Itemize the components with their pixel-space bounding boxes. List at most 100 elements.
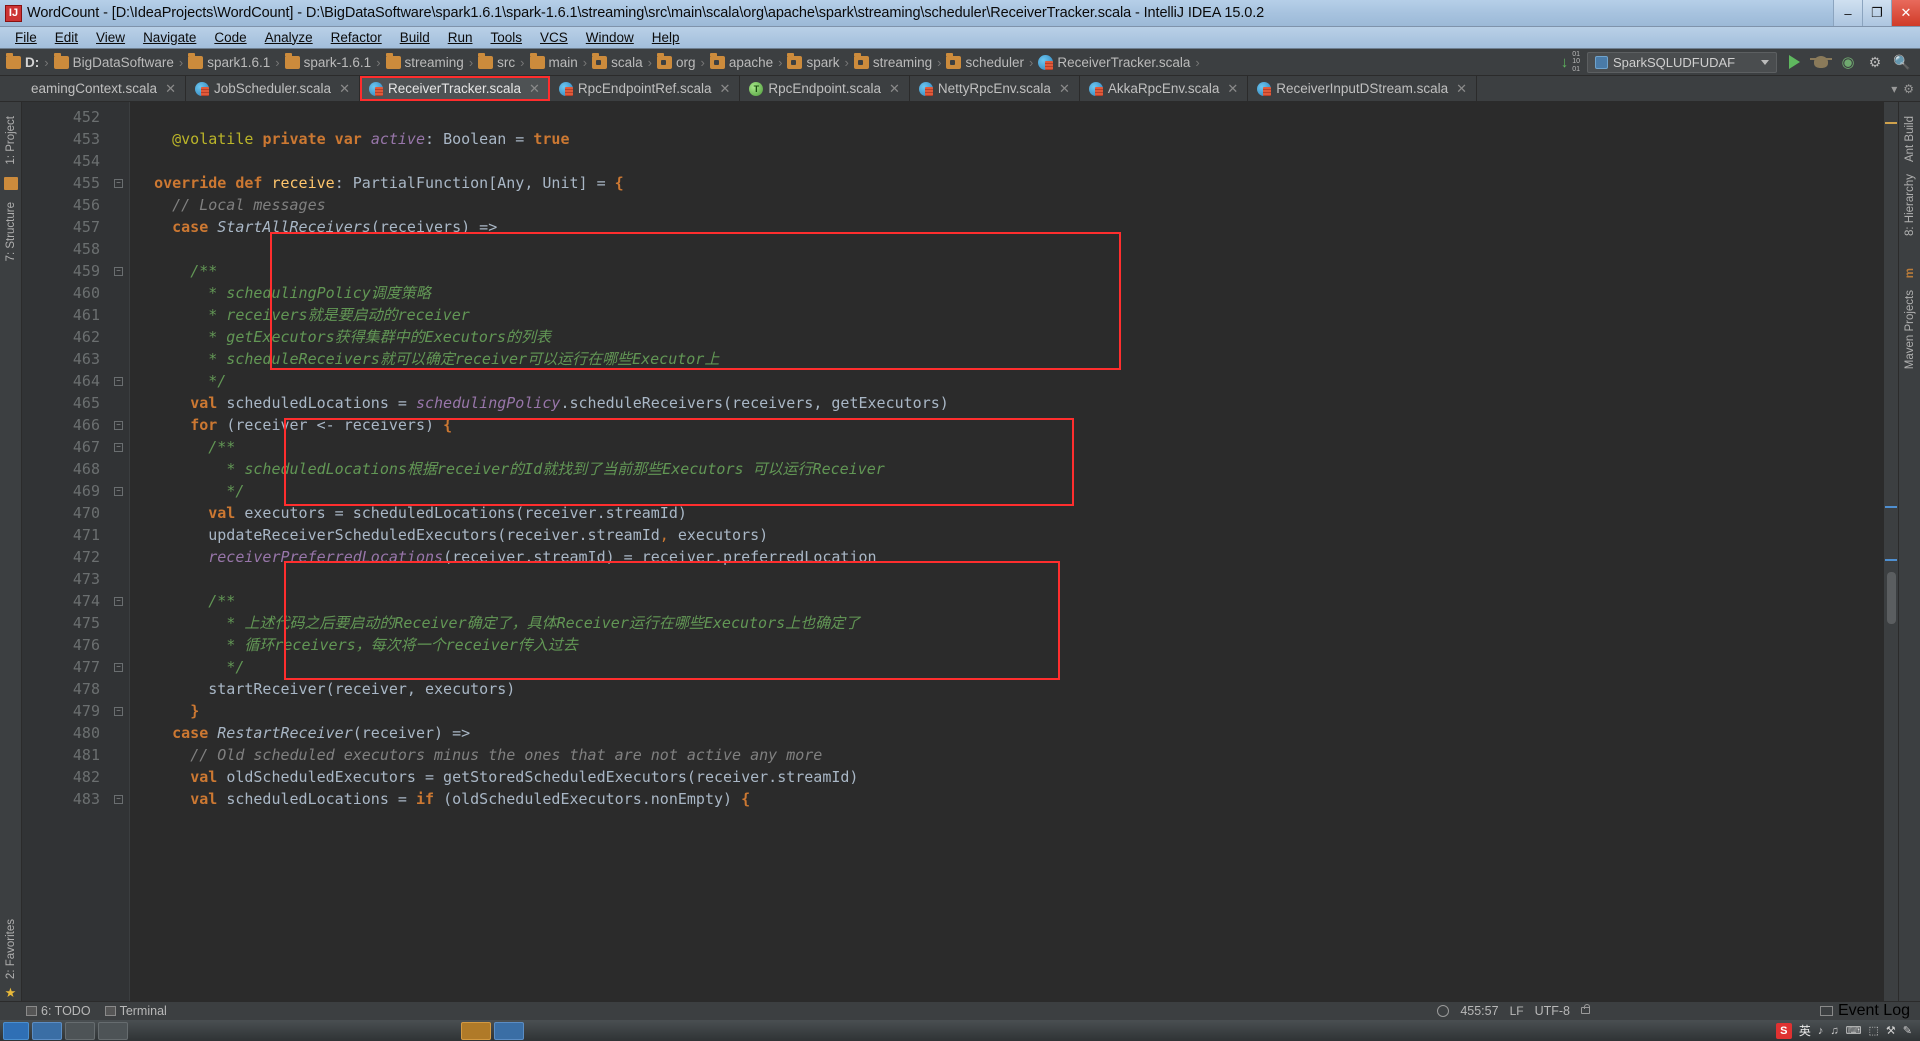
code-line[interactable]: for (receiver <- receivers) {: [130, 414, 1884, 436]
bottom-item-todo[interactable]: 6: TODO: [26, 1004, 91, 1018]
breadcrumb-item-5[interactable]: src ›: [478, 52, 529, 70]
breadcrumb-item-2[interactable]: spark1.6.1 ›: [188, 52, 284, 70]
code-line[interactable]: * 循环receivers，每次将一个receiver传入过去: [130, 634, 1884, 656]
minimize-button[interactable]: –: [1833, 0, 1862, 26]
breadcrumb-item-12[interactable]: scheduler ›: [946, 52, 1038, 70]
code-line[interactable]: * scheduledLocations根据receiver的Id就找到了当前那…: [130, 458, 1884, 480]
bottom-item-terminal[interactable]: Terminal: [104, 1004, 167, 1018]
editor-tab-nettyrpcenv[interactable]: NettyRpcEnv.scala ✕: [910, 76, 1080, 101]
download-icon[interactable]: ↓: [1561, 54, 1569, 71]
code-folding-column[interactable]: − − − − − − − − − −: [108, 102, 130, 1001]
fold-toggle[interactable]: −: [108, 414, 129, 436]
editor-tab-akkarpcenv[interactable]: AkkaRpcEnv.scala ✕: [1080, 76, 1249, 101]
code-line[interactable]: * receivers就是要启动的receiver: [130, 304, 1884, 326]
code-line[interactable]: override def receive: PartialFunction[An…: [130, 172, 1884, 194]
caret-position[interactable]: 455:57: [1460, 1004, 1498, 1018]
search-icon[interactable]: 🔍: [1892, 52, 1912, 72]
code-line[interactable]: // Local messages: [130, 194, 1884, 216]
code-line[interactable]: */: [130, 656, 1884, 678]
scrollbar-thumb[interactable]: [1887, 572, 1896, 624]
breadcrumb-item-0[interactable]: D: ›: [6, 52, 54, 70]
menu-item-refactor[interactable]: Refactor: [322, 29, 391, 47]
editor-tab-jobscheduler[interactable]: JobScheduler.scala ✕: [186, 76, 360, 101]
ime-tool-icon-1[interactable]: ♫: [1830, 1025, 1838, 1037]
source-code-area[interactable]: @volatile private var active: Boolean = …: [130, 102, 1884, 1001]
code-line[interactable]: case StartAllReceivers(receivers) =>: [130, 216, 1884, 238]
menu-item-help[interactable]: Help: [643, 29, 689, 47]
fold-toggle[interactable]: −: [108, 436, 129, 458]
code-line[interactable]: [130, 568, 1884, 590]
fold-toggle[interactable]: −: [108, 480, 129, 502]
code-line[interactable]: updateReceiverScheduledExecutors(receive…: [130, 524, 1884, 546]
sidebar-item-maven-projects[interactable]: Maven Projects: [1902, 284, 1918, 375]
file-encoding[interactable]: UTF-8: [1535, 1004, 1570, 1018]
fold-toggle[interactable]: −: [108, 788, 129, 810]
code-line[interactable]: [130, 106, 1884, 128]
close-icon[interactable]: ✕: [720, 81, 731, 97]
code-line[interactable]: * 上述代码之后要启动的Receiver确定了，具体Receiver运行在哪些E…: [130, 612, 1884, 634]
sidebar-item-project[interactable]: 1: Project: [3, 110, 19, 171]
code-line[interactable]: [130, 150, 1884, 172]
close-icon[interactable]: ✕: [339, 81, 350, 97]
ime-panel-icon[interactable]: ⬚: [1869, 1024, 1879, 1037]
code-line[interactable]: startReceiver(receiver, executors): [130, 678, 1884, 700]
ime-tools-icon[interactable]: ⚒: [1886, 1024, 1896, 1037]
code-line[interactable]: @volatile private var active: Boolean = …: [130, 128, 1884, 150]
code-line[interactable]: case RestartReceiver(receiver) =>: [130, 722, 1884, 744]
settings-icon[interactable]: ⚙: [1865, 52, 1885, 72]
editor-tab-rpcendpointref[interactable]: RpcEndpointRef.scala ✕: [550, 76, 741, 101]
menu-item-view[interactable]: View: [87, 29, 134, 47]
run-icon[interactable]: [1784, 52, 1804, 72]
fold-toggle[interactable]: −: [108, 656, 129, 678]
menu-item-vcs[interactable]: VCS: [531, 29, 577, 47]
code-line[interactable]: */: [130, 370, 1884, 392]
breadcrumb-item-10[interactable]: spark ›: [787, 52, 853, 70]
editor-tab-receiverinputdstream[interactable]: ReceiverInputDStream.scala ✕: [1248, 76, 1478, 101]
sidebar-item-structure[interactable]: 7: Structure: [3, 196, 19, 267]
fold-toggle[interactable]: −: [108, 700, 129, 722]
taskbar-item-other[interactable]: [494, 1021, 524, 1040]
breadcrumb-item-11[interactable]: streaming ›: [853, 52, 947, 70]
code-line[interactable]: /**: [130, 590, 1884, 612]
taskbar-item-browser[interactable]: [65, 1021, 95, 1040]
editor-tab-streamingcontext[interactable]: eamingContext.scala ✕: [22, 76, 186, 101]
event-log-button[interactable]: Event Log: [1819, 1002, 1910, 1020]
menu-item-tools[interactable]: Tools: [482, 29, 532, 47]
editor-tab-rpcendpoint[interactable]: T RpcEndpoint.scala ✕: [740, 76, 910, 101]
close-icon[interactable]: ✕: [529, 81, 540, 97]
menu-item-code[interactable]: Code: [205, 29, 255, 47]
code-line[interactable]: val scheduledLocations = schedulingPolic…: [130, 392, 1884, 414]
menu-item-navigate[interactable]: Navigate: [134, 29, 205, 47]
code-line[interactable]: receiverPreferredLocations(receiver.stre…: [130, 546, 1884, 568]
fold-toggle[interactable]: −: [108, 172, 129, 194]
fold-toggle[interactable]: −: [108, 590, 129, 612]
close-button[interactable]: ✕: [1891, 0, 1920, 26]
tab-list-icon[interactable]: ▾: [1891, 82, 1897, 96]
breadcrumb-item-3[interactable]: spark-1.6.1 ›: [284, 52, 386, 70]
fold-toggle[interactable]: −: [108, 260, 129, 282]
code-line[interactable]: val executors = scheduledLocations(recei…: [130, 502, 1884, 524]
menu-item-window[interactable]: Window: [577, 29, 643, 47]
code-line[interactable]: // Old scheduled executors minus the one…: [130, 744, 1884, 766]
lock-icon[interactable]: [1581, 1004, 1590, 1014]
breadcrumb-item-4[interactable]: streaming ›: [385, 52, 479, 70]
sidebar-item-hierarchy[interactable]: 8: Hierarchy: [1902, 168, 1918, 242]
close-icon[interactable]: ✕: [165, 81, 176, 97]
ime-mode-label[interactable]: 英: [1799, 1022, 1811, 1039]
menu-item-analyze[interactable]: Analyze: [256, 29, 322, 47]
code-line[interactable]: * schedulingPolicy调度策略: [130, 282, 1884, 304]
code-line[interactable]: /**: [130, 260, 1884, 282]
coverage-icon[interactable]: ◉: [1838, 52, 1858, 72]
menu-item-edit[interactable]: Edit: [46, 29, 87, 47]
close-icon[interactable]: ✕: [1059, 81, 1070, 97]
code-line[interactable]: /**: [130, 436, 1884, 458]
tab-settings-icon[interactable]: ⚙: [1903, 82, 1914, 96]
close-icon[interactable]: ✕: [1227, 81, 1238, 97]
code-line[interactable]: [130, 238, 1884, 260]
ime-pen-icon[interactable]: ✎: [1903, 1024, 1912, 1037]
fold-toggle[interactable]: −: [108, 370, 129, 392]
code-line[interactable]: }: [130, 700, 1884, 722]
code-line[interactable]: val scheduledLocations = if (oldSchedule…: [130, 788, 1884, 810]
taskbar-item-explorer[interactable]: [32, 1021, 62, 1040]
editor-tab-receivertracker[interactable]: ReceiverTracker.scala ✕: [359, 76, 550, 101]
